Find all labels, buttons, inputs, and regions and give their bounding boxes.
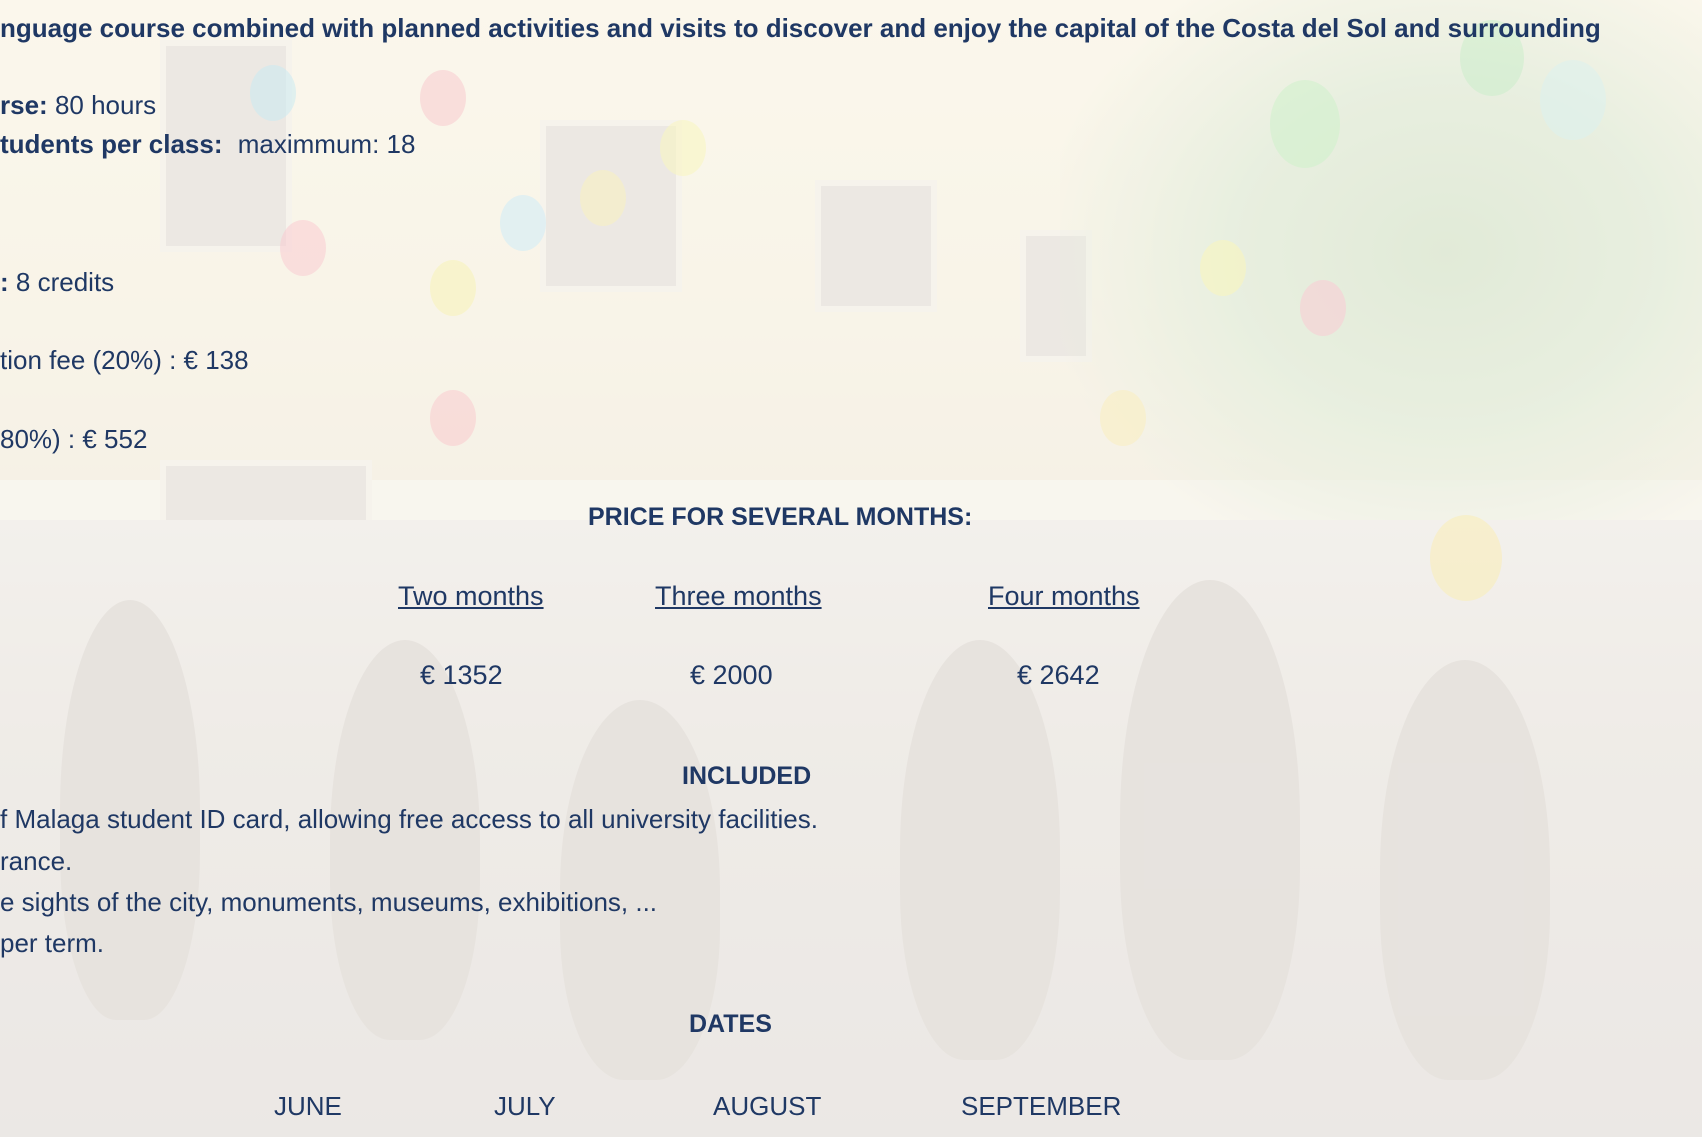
course-label: rse: [0, 90, 48, 120]
price-label-three-months: Three months [655, 581, 822, 611]
students-per-class: tudents per class: maximmum: 18 [0, 128, 415, 160]
month-july: JULY [494, 1091, 556, 1121]
course-value: 80 hours [54, 90, 157, 120]
intro-text: nguage course combined with planned acti… [0, 13, 1601, 43]
month-august: AUGUST [713, 1091, 822, 1121]
students-label: tudents per class: [0, 129, 223, 159]
price-two-months: € 1352 [420, 660, 503, 690]
students-value: maximmum: 18 [237, 129, 416, 159]
price-label-four-months: Four months [988, 581, 1140, 611]
credits: : 8 credits [0, 266, 114, 298]
included-item-insurance: rance. [0, 846, 73, 876]
included-item-id-card: f Malaga student ID card, allowing free … [0, 804, 818, 834]
course-info-page: nguage course combined with planned acti… [0, 0, 1702, 1137]
month-june: JUNE [274, 1091, 342, 1121]
price-four-months: € 2642 [1017, 660, 1100, 690]
reservation-fee: tion fee (20%) : € 138 [0, 345, 249, 375]
price-three-months: € 2000 [690, 660, 773, 690]
credits-label: : [0, 267, 9, 297]
price-label-two-months: Two months [398, 581, 544, 611]
month-september: SEPTEMBER [961, 1091, 1122, 1121]
course-duration: rse: 80 hours [0, 89, 156, 121]
included-heading: INCLUDED [682, 762, 812, 790]
included-item-sightseeing: e sights of the city, monuments, museums… [0, 887, 658, 917]
dates-heading: DATES [689, 1010, 772, 1038]
pricing-heading: PRICE FOR SEVERAL MONTHS: [588, 503, 973, 531]
included-item-per-term: per term. [0, 928, 105, 958]
remaining-fee: 80%) : € 552 [0, 424, 148, 454]
credits-value: 8 credits [15, 267, 115, 297]
